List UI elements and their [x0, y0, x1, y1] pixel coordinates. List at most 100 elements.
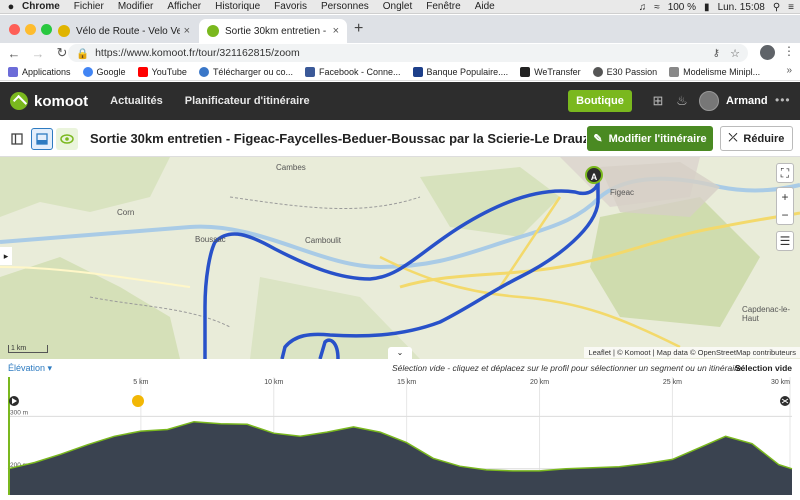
volume-icon[interactable]: ♫ — [639, 2, 647, 13]
elevation-chart[interactable]: 5 km 10 km 15 km 20 km 25 km 30 km300 m200 m — [0, 377, 800, 500]
close-tab-icon[interactable]: × — [333, 25, 339, 37]
menu-item[interactable]: Fichier — [74, 1, 104, 12]
battery-percent: 100 % — [667, 1, 697, 13]
shop-button[interactable]: Boutique — [568, 90, 632, 112]
start-marker[interactable]: A — [585, 166, 603, 184]
plane-icon — [669, 66, 680, 77]
selection-hint: Sélection vide - cliquez et déplacez sur… — [392, 363, 745, 373]
bookmark-label: YouTube — [151, 66, 187, 77]
back-icon[interactable]: ← — [4, 46, 24, 61]
menu-item[interactable]: Personnes — [321, 1, 369, 12]
search-icon[interactable]: ⚲ — [773, 2, 780, 13]
bookmark-telecharger[interactable]: Télécharger ou co... — [198, 66, 293, 77]
chevron-down-icon[interactable]: ⌄ — [388, 347, 412, 359]
selection-status: Sélection vide — [734, 363, 792, 373]
visibility-eye-icon[interactable] — [56, 128, 78, 150]
lock-icon[interactable]: 🔒 — [76, 47, 89, 60]
caret-down-icon: ▾ — [47, 363, 53, 373]
avatar[interactable] — [699, 91, 719, 111]
menu-item[interactable]: Fenêtre — [426, 1, 460, 12]
profile-avatar-icon[interactable] — [760, 45, 775, 60]
bookmark-modelisme[interactable]: Modelisme Minipl... — [669, 66, 760, 77]
velo-vert-favicon — [58, 25, 70, 37]
more-options-icon[interactable]: ••• — [775, 93, 791, 107]
menu-item[interactable]: Favoris — [274, 1, 307, 12]
komoot-wordmark: komoot — [34, 92, 89, 110]
apple-icon[interactable]: ● — [0, 1, 22, 13]
map-view-toggle-icon[interactable] — [31, 128, 53, 150]
sidebar-toggle-icon[interactable] — [6, 128, 28, 150]
bookmark-star-icon[interactable]: ☆ — [730, 47, 740, 60]
close-window-button[interactable] — [9, 24, 20, 35]
y-tick-label: 300 m — [10, 409, 28, 416]
chevron-right-icon[interactable]: ▸ — [0, 247, 12, 265]
chrome-menu-icon[interactable]: ⋮ — [783, 44, 795, 58]
x-tick-label: 15 km — [397, 379, 416, 386]
x-tick-label: 10 km — [264, 379, 283, 386]
bookmark-e30-passion[interactable]: E30 Passion — [592, 66, 657, 77]
fullscreen-icon[interactable]: ⛶ — [776, 164, 794, 182]
zoom-in-icon[interactable]: + — [776, 188, 794, 206]
bookmark-wetransfer[interactable]: WeTransfer — [520, 66, 581, 77]
new-tab-icon[interactable]: + — [354, 20, 363, 38]
tab-komoot[interactable]: Sortie 30km entretien - Figeac × — [199, 19, 347, 43]
bell-icon[interactable]: ♨ — [673, 92, 691, 110]
tab-title: Sortie 30km entretien - Figeac — [225, 25, 329, 37]
bank-icon — [412, 66, 423, 77]
minimize-window-button[interactable] — [25, 24, 36, 35]
menu-item[interactable]: Historique — [215, 1, 260, 12]
battery-icon[interactable]: ▮ — [704, 2, 710, 13]
menu-app-name[interactable]: Chrome — [22, 1, 60, 12]
edit-route-button[interactable]: ✎ Modifier l'itinéraire — [587, 126, 713, 151]
map-attribution[interactable]: Leaflet | © Komoot | Map data © OpenStre… — [584, 347, 800, 358]
add-icon[interactable]: ⊞ — [649, 92, 667, 110]
menu-item[interactable]: Afficher — [167, 1, 201, 12]
menu-item[interactable]: Aide — [475, 1, 495, 12]
more-bookmarks-icon[interactable]: » — [786, 65, 792, 76]
close-tab-icon[interactable]: × — [184, 25, 190, 37]
bookmark-label: Facebook - Conne... — [318, 66, 401, 77]
bookmark-applications[interactable]: Applications — [8, 66, 71, 77]
elevation-dropdown[interactable]: Élévation ▾ — [8, 363, 52, 374]
page-title: Sortie 30km entretien - Figeac-Faycelles… — [90, 131, 586, 146]
bookmark-label: Applications — [22, 66, 71, 77]
nav-actualites[interactable]: Actualités — [110, 95, 163, 107]
route-map[interactable]: Cambes Corn Boussac Camboulit Figeac Cap… — [0, 157, 800, 359]
user-name[interactable]: Armand — [726, 95, 768, 107]
wifi-icon[interactable]: ≈ — [654, 2, 660, 13]
menubar-clock[interactable]: Lun. 15:08 — [718, 2, 765, 13]
zoom-control: + − — [776, 187, 794, 225]
control-center-icon[interactable]: ≡ — [788, 2, 794, 13]
tour-toolbar: Sortie 30km entretien - Figeac-Faycelles… — [0, 120, 800, 157]
fullscreen-control[interactable]: ⛶ — [776, 163, 794, 183]
komoot-header: komoot Actualités Planificateur d'itinér… — [0, 82, 800, 120]
layers-control[interactable]: ☰ — [776, 231, 794, 251]
tab-title: Vélo de Route - Velo Vert : le V — [76, 25, 180, 37]
nav-planificateur[interactable]: Planificateur d'itinéraire — [185, 95, 310, 107]
layers-icon[interactable]: ☰ — [776, 232, 794, 250]
bmw-icon — [592, 66, 603, 77]
komoot-logo[interactable]: komoot — [10, 92, 88, 110]
reduce-button[interactable]: ⤫ Réduire — [720, 126, 793, 151]
bookmark-google[interactable]: Google — [82, 66, 126, 77]
menu-item[interactable]: Onglet — [383, 1, 412, 12]
bookmarks-bar: Applications Google YouTube Télécharger … — [0, 63, 800, 81]
map-canvas[interactable] — [0, 157, 800, 359]
url-text[interactable]: https://www.komoot.fr/tour/321162815/zoo… — [95, 47, 300, 59]
bookmark-youtube[interactable]: YouTube — [137, 66, 187, 77]
bookmark-facebook[interactable]: Facebook - Conne... — [304, 66, 401, 77]
komoot-favicon — [207, 25, 219, 37]
navigation-bar: ← → ↻ 🔒 https://www.komoot.fr/tour/32116… — [0, 43, 800, 63]
forward-icon[interactable]: → — [28, 46, 48, 61]
key-icon[interactable]: ⚷ — [713, 48, 720, 59]
zoom-out-icon[interactable]: − — [776, 206, 794, 224]
bookmark-banque-populaire[interactable]: Banque Populaire.... — [412, 66, 508, 77]
address-bar[interactable]: 🔒 https://www.komoot.fr/tour/321162815/z… — [68, 44, 748, 62]
map-label-capdenac: Capdenac-le-Haut — [742, 305, 791, 323]
tab-velo-vert[interactable]: Vélo de Route - Velo Vert : le V × — [50, 19, 198, 43]
facebook-icon — [304, 66, 315, 77]
highlight-icon[interactable] — [132, 395, 144, 407]
edit-route-label: Modifier l'itinéraire — [608, 132, 707, 145]
x-tick-label: 30 km — [771, 379, 790, 386]
menu-item[interactable]: Modifier — [118, 1, 154, 12]
